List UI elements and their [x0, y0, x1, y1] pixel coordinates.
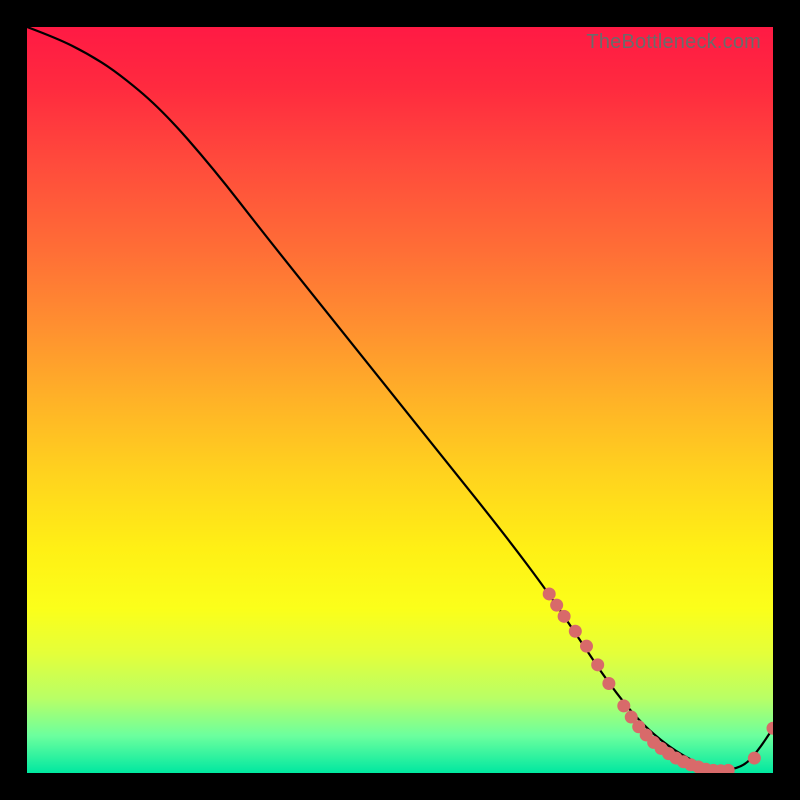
- highlight-dot: [543, 587, 556, 600]
- highlight-dot: [640, 728, 653, 741]
- highlight-dot: [655, 742, 668, 755]
- watermark-text: TheBottleneck.com: [586, 31, 761, 54]
- highlight-dot: [617, 699, 630, 712]
- highlight-dot: [670, 752, 683, 765]
- highlight-dot: [707, 764, 720, 773]
- highlight-dot: [699, 763, 712, 773]
- highlight-dot: [602, 677, 615, 690]
- highlight-dot: [558, 610, 571, 623]
- bottleneck-curve-line: [27, 27, 773, 770]
- highlight-dot: [684, 758, 697, 771]
- highlight-dot: [714, 764, 727, 773]
- highlight-dot: [748, 752, 761, 765]
- highlight-dot: [591, 658, 604, 671]
- highlight-dot: [692, 761, 705, 773]
- plot-area: TheBottleneck.com: [27, 27, 773, 773]
- highlight-dot: [647, 736, 660, 749]
- highlight-dot: [632, 720, 645, 733]
- highlight-dot: [550, 599, 563, 612]
- highlight-dot: [569, 625, 582, 638]
- highlight-dot: [767, 722, 774, 735]
- highlight-dots-group: [543, 587, 773, 773]
- chart-frame: TheBottleneck.com: [0, 0, 800, 800]
- highlight-dot: [677, 755, 690, 768]
- highlight-dot: [580, 640, 593, 653]
- chart-overlay-svg: [27, 27, 773, 773]
- highlight-dot: [625, 711, 638, 724]
- highlight-dot: [722, 764, 735, 773]
- highlight-dot: [662, 747, 675, 760]
